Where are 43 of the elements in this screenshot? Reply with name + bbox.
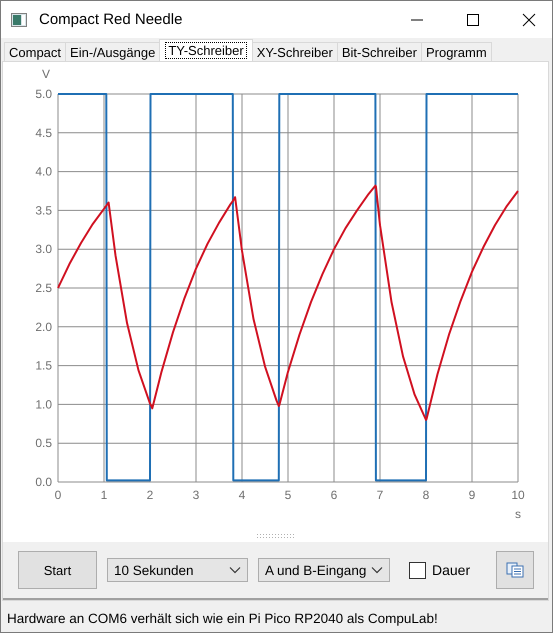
- input-dropdown[interactable]: A und B-Eingang: [258, 558, 390, 582]
- copy-icon: [506, 562, 524, 578]
- axis-tick-label: 9: [468, 488, 476, 502]
- axis-tick-label: 4.5: [35, 126, 52, 140]
- axis-tick-label: 2: [146, 488, 154, 502]
- axis-tick-label: 1.5: [35, 358, 52, 373]
- tab[interactable]: Programm: [420, 42, 492, 61]
- axis-tick-label: 3.0: [35, 242, 52, 256]
- tab[interactable]: Compact: [4, 42, 66, 61]
- axis-tick-label: 3.5: [35, 203, 52, 218]
- axis-tick-label: 1.0: [35, 397, 52, 412]
- close-icon: [522, 12, 536, 26]
- start-button[interactable]: Start: [18, 551, 97, 589]
- window-title: Compact Red Needle: [39, 11, 184, 28]
- axis-tick-label: 7: [376, 488, 384, 502]
- axis-tick-label: 10: [511, 488, 525, 502]
- axis-tick-label: 2.5: [35, 281, 52, 295]
- axis-tick-label: 5.0: [35, 87, 52, 101]
- duration-dropdown[interactable]: 10 Sekunden: [107, 558, 248, 582]
- copy-button[interactable]: [496, 551, 534, 589]
- axis-tick-label: 5: [284, 488, 292, 502]
- axis-tick-label: 2.0: [35, 320, 52, 334]
- caret-icon: [229, 566, 241, 574]
- checkbox-label[interactable]: Dauer: [432, 562, 470, 578]
- axis-tick-label: 0: [54, 488, 62, 502]
- app-icon: [11, 12, 27, 26]
- axis-tick-label: 4.0: [35, 164, 52, 179]
- axis-title: V: [42, 67, 50, 81]
- axis-tick-label: 8: [422, 488, 430, 502]
- axis-tick-label: 3: [192, 488, 200, 502]
- axis-tick-label: 4: [238, 488, 246, 502]
- axis-tick-label: 1: [100, 488, 108, 502]
- caret-icon: [371, 566, 383, 574]
- minimize-icon: [410, 18, 424, 20]
- status-text: Hardware an COM6 verhält sich wie ein Pi Pico RP2040 als CompuLab!: [6, 610, 439, 628]
- axis-tick-label: 0.5: [35, 436, 52, 450]
- tab[interactable]: Ein-/Ausgänge: [65, 42, 160, 61]
- axis-title: s: [515, 507, 521, 521]
- checkbox[interactable]: [409, 562, 426, 578]
- maximize-icon: [466, 12, 480, 26]
- axis-tick-label: 0.0: [35, 475, 52, 489]
- axis-tick-label: 6: [330, 488, 338, 502]
- tab[interactable]: TY-Schreiber: [159, 39, 253, 61]
